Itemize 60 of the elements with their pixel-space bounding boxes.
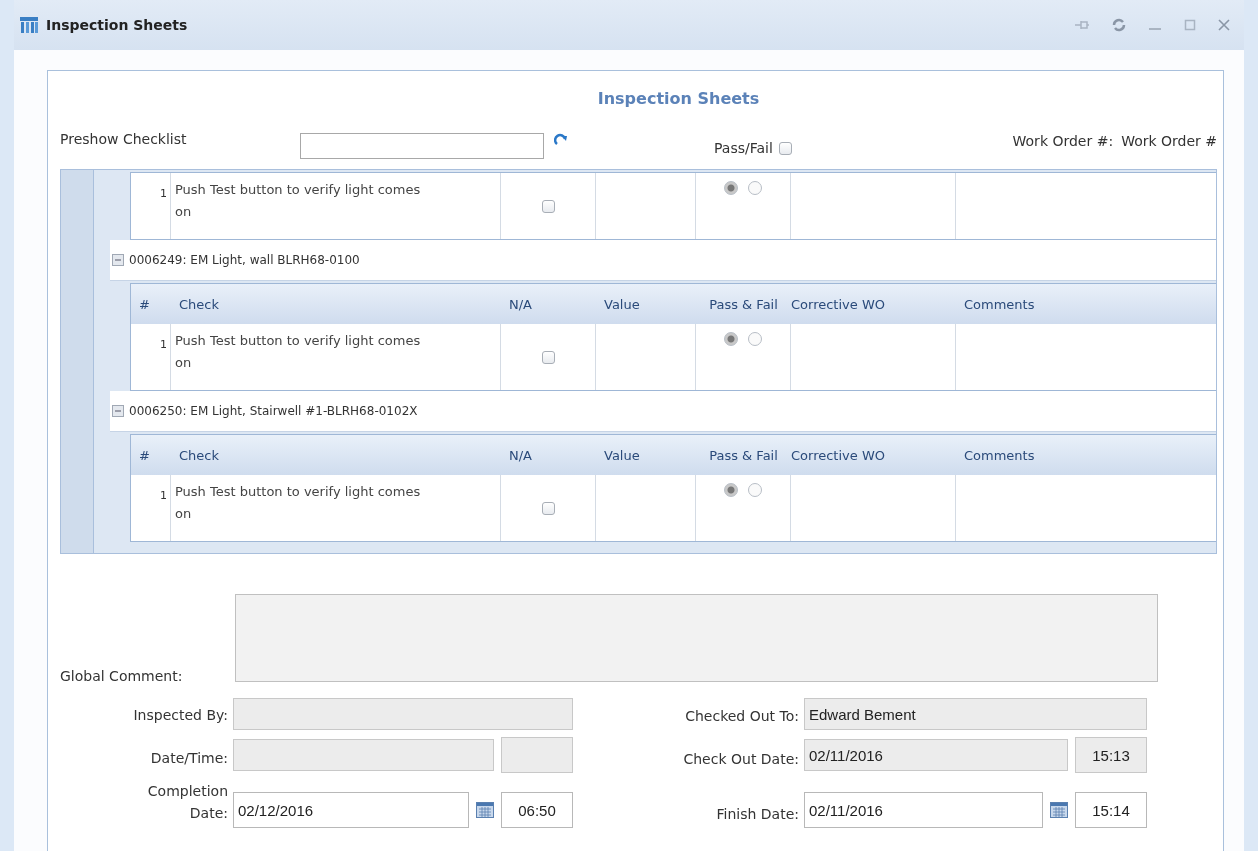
panel-title: Inspection Sheets <box>596 88 761 110</box>
row-number: 1 <box>131 324 171 390</box>
calendar-icon[interactable] <box>1050 802 1068 818</box>
time-field[interactable]: 15:14 <box>1075 792 1147 828</box>
fail-radio[interactable] <box>748 181 762 195</box>
field-label: Completion Date: <box>146 782 228 823</box>
window-title: Inspection Sheets <box>46 17 188 33</box>
column-header: Value <box>603 447 641 463</box>
row-number: 1 <box>131 173 171 239</box>
field-label: Checked Out To: <box>684 708 799 726</box>
column-header: Corrective WO <box>791 447 886 463</box>
column-header: Pass & Fail <box>708 296 779 312</box>
work-order-label: Work Order #: <box>1012 133 1114 149</box>
app-icon <box>20 17 38 33</box>
row-number: 1 <box>131 475 171 541</box>
group-title: 0006250: EM Light, Stairwell #1-BLRH68-0102X <box>129 404 418 418</box>
na-checkbox[interactable] <box>541 350 555 364</box>
refresh-icon[interactable] <box>554 133 568 147</box>
pass-fail-label: Pass/Fail <box>714 140 773 156</box>
date-field[interactable]: 02/11/2016 <box>804 792 1043 828</box>
column-header: Comments <box>963 447 1036 463</box>
collapse-icon[interactable] <box>112 254 124 266</box>
column-header: N/A <box>508 296 533 312</box>
pass-radio[interactable] <box>724 181 738 195</box>
pin-icon[interactable] <box>1074 19 1090 31</box>
global-comment-label: Global Comment: <box>60 668 184 684</box>
column-header: N/A <box>508 447 533 463</box>
field-label: Check Out Date: <box>682 751 799 769</box>
checklist-label: Preshow Checklist <box>60 131 188 147</box>
column-header: Value <box>603 296 641 312</box>
check-text: Push Test button to verify light comes on <box>171 475 501 541</box>
calendar-icon[interactable] <box>476 802 494 818</box>
column-header: Pass & Fail <box>708 447 779 463</box>
column-header: Check <box>178 296 220 312</box>
work-order-value: Work Order # <box>1121 133 1217 149</box>
fail-radio[interactable] <box>748 332 762 346</box>
field-label: Inspected By: <box>132 706 228 725</box>
fail-radio[interactable] <box>748 483 762 497</box>
check-text: Push Test button to verify light comes on <box>171 173 501 239</box>
column-header: Corrective WO <box>791 296 886 312</box>
field-label: Finish Date: <box>715 806 799 824</box>
group-title: 0006249: EM Light, wall BLRH68-0100 <box>129 253 360 267</box>
column-header: Comments <box>963 296 1036 312</box>
column-header: # <box>138 447 151 463</box>
close-icon[interactable] <box>1218 19 1230 31</box>
na-checkbox[interactable] <box>541 501 555 515</box>
pass-radio[interactable] <box>724 332 738 346</box>
na-checkbox[interactable] <box>541 199 555 213</box>
pass-fail-checkbox[interactable] <box>778 141 792 155</box>
checklist-field[interactable] <box>300 133 544 159</box>
column-header: Check <box>178 447 220 463</box>
check-text: Push Test button to verify light comes on <box>171 324 501 390</box>
collapse-icon[interactable] <box>112 405 124 417</box>
maximize-icon[interactable] <box>1184 19 1196 31</box>
time-field[interactable]: 06:50 <box>501 792 573 828</box>
pass-radio[interactable] <box>724 483 738 497</box>
refresh-icon[interactable] <box>1112 18 1126 32</box>
column-header: # <box>138 296 151 312</box>
field-label: Date/Time: <box>149 749 228 768</box>
date-field[interactable]: 02/12/2016 <box>233 792 469 828</box>
